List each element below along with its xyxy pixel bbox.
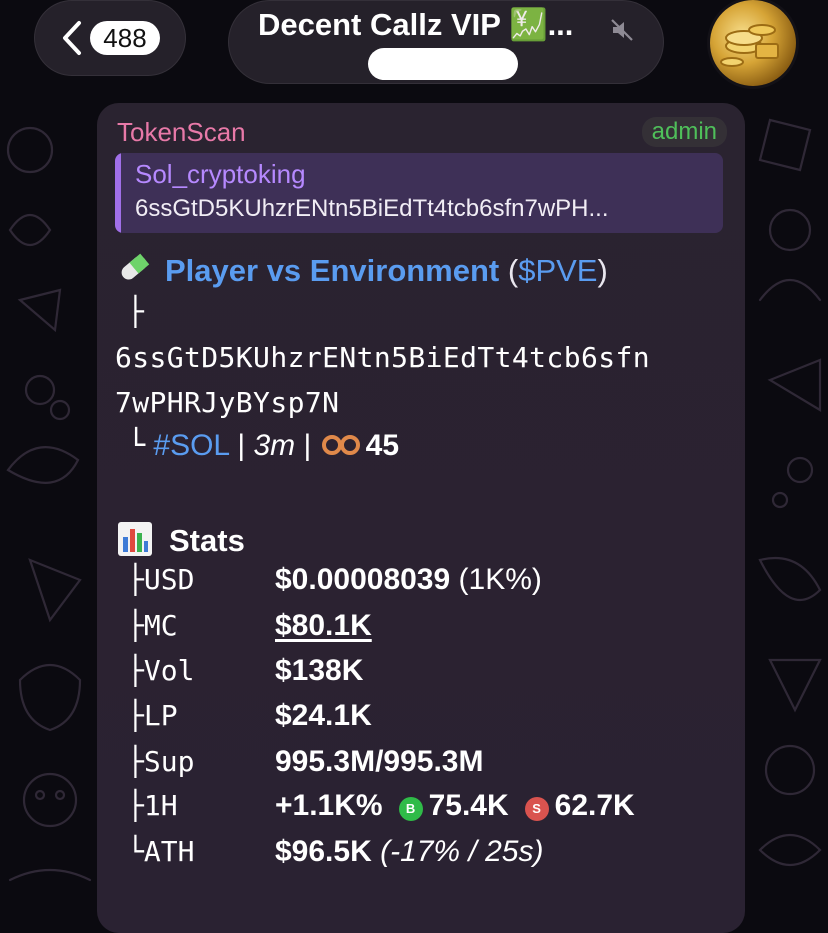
message-bubble[interactable]: TokenScan admin Sol_cryptoking 6ssGtD5KU… <box>97 103 745 933</box>
sender-name[interactable]: TokenScan <box>117 117 246 148</box>
buy-icon: B <box>398 797 423 821</box>
contract-address-line2[interactable]: 7wPHRJyBYsp7N <box>115 386 339 419</box>
chat-avatar[interactable] <box>710 0 796 86</box>
token-age: 3m <box>253 429 296 462</box>
reply-text: 6ssGtD5KUhzrENtn5BiEdTt4tcb6sfn7wPH... <box>135 195 609 222</box>
back-button[interactable]: 488 <box>34 0 186 76</box>
chat-title: Decent Callz VIP 💹... <box>258 7 574 42</box>
stat-key: ATH <box>143 835 195 868</box>
market-cap-link[interactable]: $80.1K <box>275 609 372 642</box>
stat-extra: (-17% / 25s) <box>371 835 544 868</box>
muted-speaker-icon <box>611 19 633 41</box>
tree-branch-end: └ <box>127 428 146 463</box>
token-name-link[interactable]: Player vs Environment <box>165 253 499 288</box>
token-title: Player vs Environment ($PVE) <box>117 251 608 289</box>
separator: | <box>237 429 246 462</box>
stat-key: MC <box>143 609 178 642</box>
stats-title: Stats <box>169 523 245 558</box>
gold-coins-icon <box>720 24 779 67</box>
separator: | <box>303 429 312 462</box>
pill-icon <box>121 253 150 280</box>
stat-key: 1H <box>143 789 178 822</box>
stat-value: +1.1K% <box>275 789 383 822</box>
stat-value: $24.1K <box>275 699 372 732</box>
sell-icon: S <box>524 797 549 821</box>
bar-chart-icon <box>118 522 152 556</box>
stat-value: $0.00008039 <box>275 563 451 596</box>
eyeglasses-icon <box>321 435 360 455</box>
stat-key: USD <box>143 563 195 596</box>
token-symbol-link[interactable]: $PVE <box>518 253 597 288</box>
view-count: 45 <box>365 429 400 462</box>
tree-branch: ├ <box>127 295 144 328</box>
reply-quote[interactable]: Sol_cryptoking 6ssGtD5KUhzrENtn5BiEdTt4t… <box>115 153 723 233</box>
reply-author: Sol_cryptoking <box>135 159 306 189</box>
chat-header[interactable]: Decent Callz VIP 💹... <box>228 0 664 84</box>
sell-volume: 62.7K <box>554 789 635 822</box>
token-meta: └ #SOL | 3m | 45 <box>127 428 399 463</box>
stat-key: LP <box>143 699 178 732</box>
unread-count-badge: 488 <box>90 21 160 55</box>
stats-heading: Stats <box>117 521 245 559</box>
subtitle-redaction <box>368 48 518 80</box>
chevron-left-icon <box>63 21 81 55</box>
chain-hashtag[interactable]: #SOL <box>153 429 229 462</box>
stat-key: Sup <box>143 745 195 778</box>
stat-value: $138K <box>275 654 364 687</box>
contract-address-line1[interactable]: 6ssGtD5KUhzrENtn5BiEdTt4tcb6sfn <box>115 341 650 374</box>
reply-accent-bar <box>115 153 121 233</box>
stat-extra: (1K%) <box>450 563 542 596</box>
admin-badge: admin <box>641 117 727 147</box>
stat-value: 995.3M/995.3M <box>275 745 484 778</box>
stat-key: Vol <box>143 654 195 687</box>
stat-value: $96.5K <box>275 835 372 868</box>
buy-volume: 75.4K <box>428 789 509 822</box>
